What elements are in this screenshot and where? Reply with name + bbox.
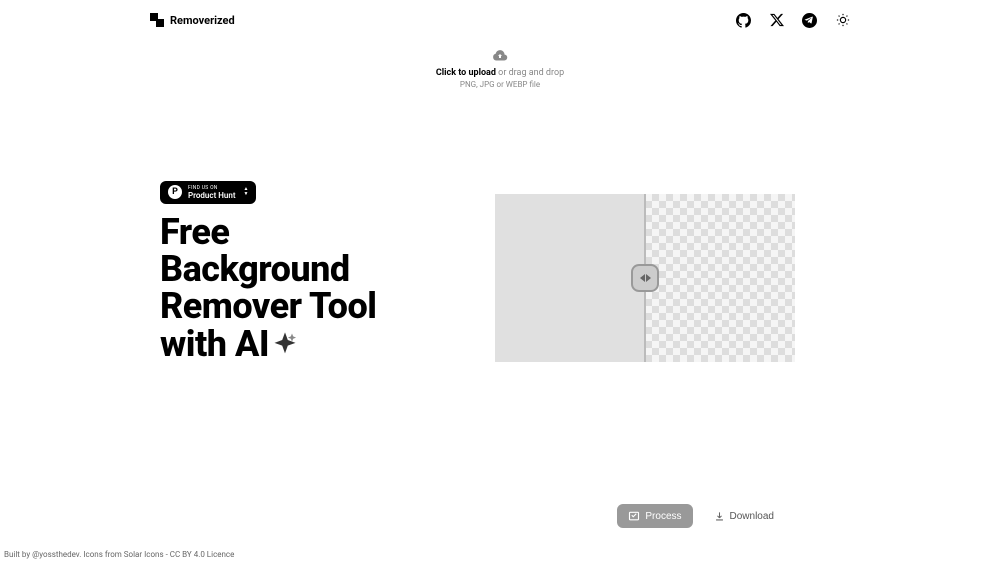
download-icon — [714, 511, 725, 522]
x-twitter-icon[interactable] — [769, 13, 784, 28]
header-icons — [736, 13, 850, 28]
preview-original — [495, 194, 645, 362]
upload-instruction: Click to upload or drag and drop — [0, 68, 1000, 78]
preview-removed-bg — [645, 194, 795, 362]
action-buttons: Process Download — [617, 504, 785, 528]
footer-author-link[interactable]: @yossthedev — [32, 550, 79, 559]
product-hunt-icon: P — [168, 185, 182, 199]
comparison-preview — [495, 194, 795, 362]
slider-arrows-icon — [640, 274, 651, 282]
logo[interactable]: Removerized — [150, 13, 235, 27]
page-title: Free Background Remover Tool with AI — [160, 214, 390, 366]
sparkle-icon — [271, 328, 299, 365]
upload-cloud-icon — [492, 48, 508, 64]
footer-licence-link[interactable]: CC BY 4.0 Licence — [170, 550, 235, 559]
process-button[interactable]: Process — [617, 504, 692, 528]
github-icon[interactable] — [736, 13, 751, 28]
ph-vote-arrows: ▲▼ — [244, 187, 249, 197]
process-icon — [628, 510, 640, 522]
comparison-slider-handle[interactable] — [631, 264, 659, 292]
logo-icon — [150, 13, 164, 27]
header: Removerized — [0, 0, 1000, 40]
hero-right — [440, 179, 850, 365]
footer: Built by @yossthedev. Icons from Solar I… — [4, 550, 234, 559]
ph-name: Product Hunt — [188, 191, 236, 200]
telegram-icon[interactable] — [802, 13, 817, 28]
download-button[interactable]: Download — [703, 504, 785, 528]
brand-name: Removerized — [170, 14, 235, 27]
footer-icons-link[interactable]: Solar Icons — [124, 550, 164, 559]
upload-drag-label: or drag and drop — [496, 68, 564, 78]
upload-formats: PNG, JPG or WEBP file — [0, 80, 1000, 89]
product-hunt-badge[interactable]: P FIND US ON Product Hunt ▲▼ — [160, 181, 256, 204]
upload-click-label: Click to upload — [436, 68, 496, 78]
upload-area[interactable]: Click to upload or drag and drop PNG, JP… — [0, 48, 1000, 89]
theme-toggle-icon[interactable] — [835, 13, 850, 28]
hero-left: P FIND US ON Product Hunt ▲▼ Free Backgr… — [150, 179, 390, 365]
main-content: P FIND US ON Product Hunt ▲▼ Free Backgr… — [0, 179, 1000, 365]
